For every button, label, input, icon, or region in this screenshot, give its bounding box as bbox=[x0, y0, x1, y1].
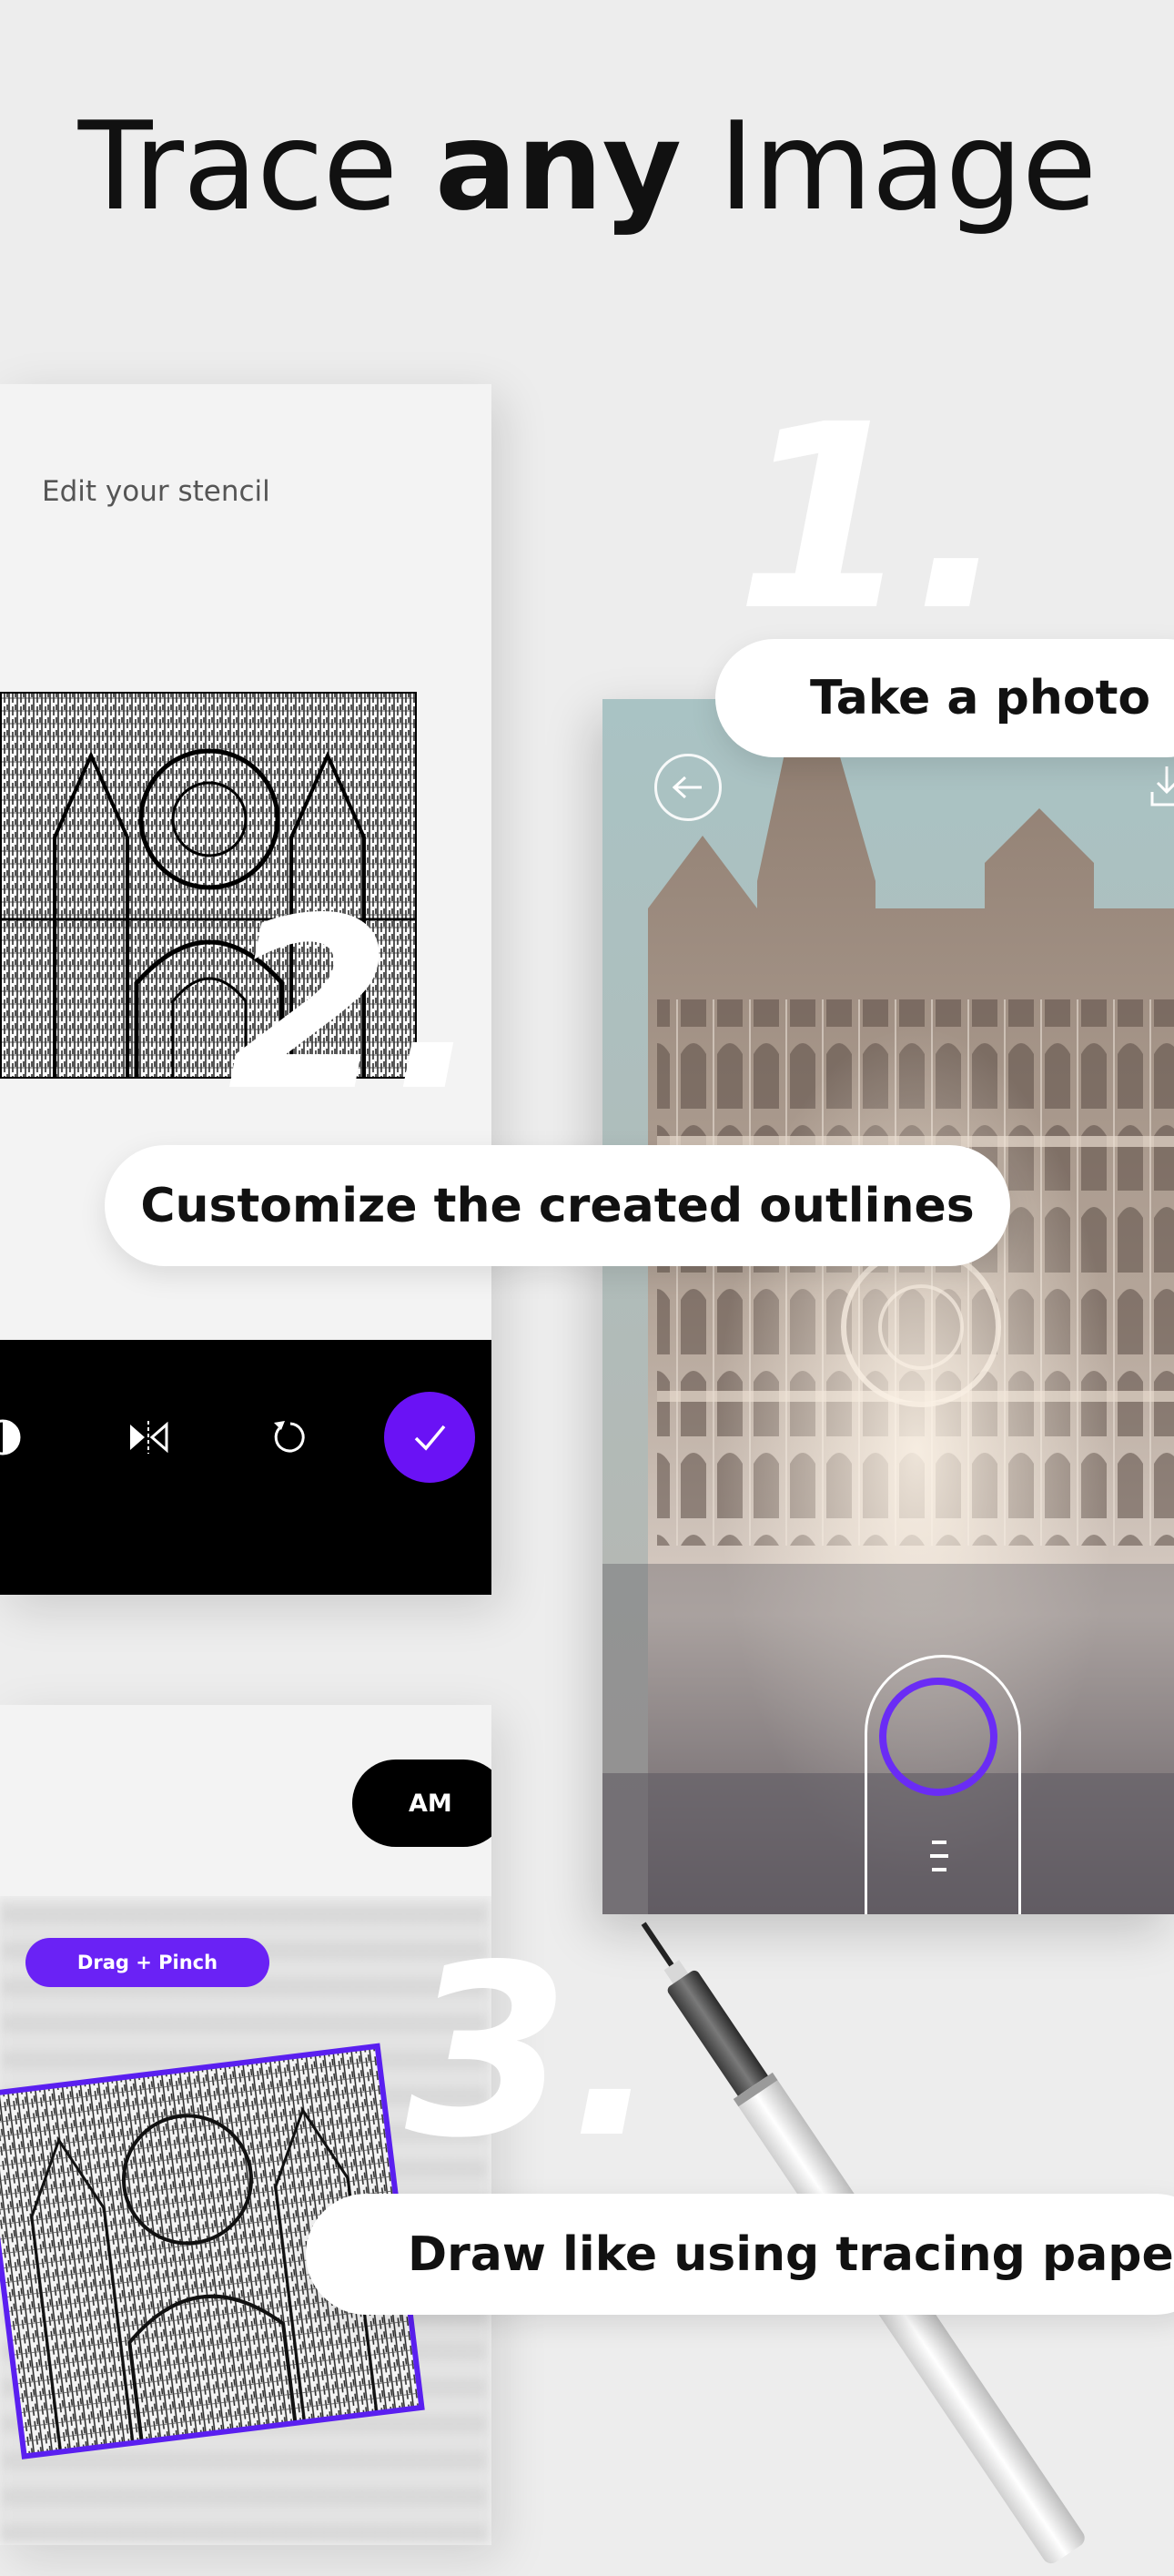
mode-toggle[interactable]: AM bbox=[352, 1760, 491, 1847]
camera-screen bbox=[602, 699, 1174, 1914]
step-3-label: Draw like using tracing paper bbox=[306, 2194, 1174, 2315]
shutter-button[interactable] bbox=[879, 1678, 997, 1796]
step-3-numeral: 3. bbox=[405, 1915, 660, 2190]
menu-icon[interactable] bbox=[927, 1839, 951, 1873]
stencil-screen-title: Edit your stencil bbox=[42, 475, 270, 508]
rotate-icon[interactable] bbox=[240, 1387, 340, 1487]
back-arrow-icon[interactable] bbox=[654, 754, 722, 821]
flip-icon[interactable] bbox=[98, 1387, 198, 1487]
step-2-label: Customize the created outlines bbox=[105, 1145, 1010, 1266]
checkmark-icon bbox=[414, 1425, 446, 1451]
headline: Trace any Image bbox=[0, 96, 1174, 238]
share-icon[interactable] bbox=[1149, 765, 1174, 808]
headline-emphasis: any bbox=[434, 96, 682, 238]
headline-suffix: Image bbox=[680, 96, 1098, 238]
drag-pinch-hint: Drag + Pinch bbox=[25, 1938, 269, 1987]
checkmark-button[interactable] bbox=[384, 1392, 475, 1483]
headline-prefix: Trace bbox=[77, 96, 435, 238]
step-1-numeral: 1. bbox=[735, 370, 1010, 667]
contrast-icon[interactable] bbox=[0, 1387, 53, 1487]
step-2-numeral: 2. bbox=[228, 868, 482, 1143]
step-1-label: Take a photo bbox=[715, 639, 1174, 757]
